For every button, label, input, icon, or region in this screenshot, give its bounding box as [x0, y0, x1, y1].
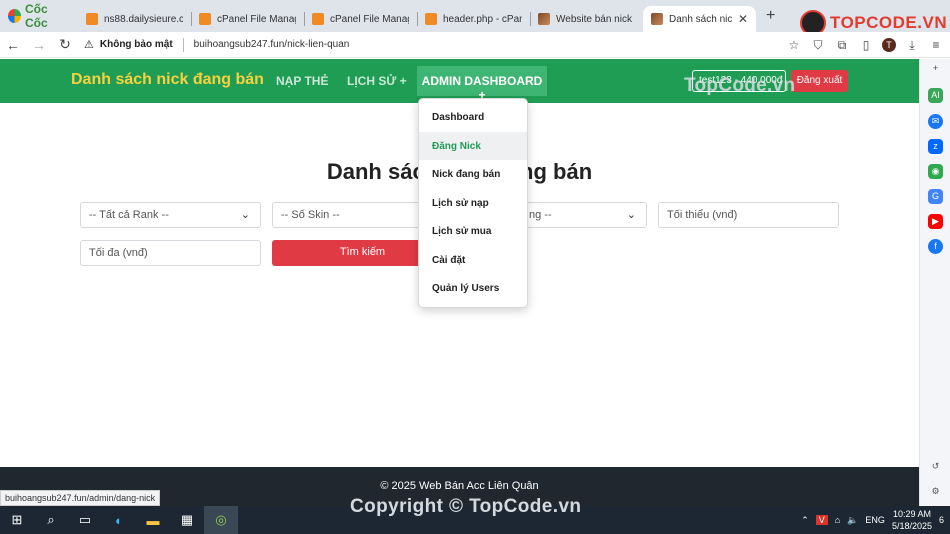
- extensions-icon[interactable]: ⧉: [834, 38, 850, 53]
- network-icon[interactable]: ⌂: [835, 515, 840, 525]
- tab-item-active[interactable]: Danh sách nick ✕: [643, 6, 756, 32]
- zalo-icon[interactable]: z: [928, 139, 943, 154]
- avatar[interactable]: T: [882, 38, 896, 52]
- translate-icon[interactable]: G: [928, 189, 943, 204]
- tab-item[interactable]: header.php - cPanel: [417, 6, 530, 32]
- menu-icon[interactable]: ≡: [928, 38, 944, 52]
- browser-sidebar: + AI ✉ z ◉ G ▶ f ↺ ⚙: [919, 59, 950, 506]
- close-tab-icon[interactable]: ✕: [738, 12, 748, 26]
- history-icon[interactable]: ↺: [928, 459, 943, 474]
- url-text[interactable]: buihoangsub247.fun/nick-lien-quan: [194, 39, 350, 50]
- language-indicator[interactable]: ENG: [865, 515, 885, 525]
- browser-toolbar: ← → ↻ ⚠ Không bảo mật buihoangsub247.fun…: [0, 32, 950, 58]
- tab-item[interactable]: Website bán nick liê: [530, 6, 643, 32]
- logout-button[interactable]: Đăng xuất: [791, 70, 848, 92]
- chevron-up-icon[interactable]: ⌃: [801, 515, 809, 526]
- task-view-icon[interactable]: ▭: [68, 506, 102, 534]
- star-icon[interactable]: ☆: [786, 38, 802, 52]
- messenger-icon[interactable]: ✉: [928, 114, 943, 129]
- admin-dropdown-menu: Dashboard Đăng Nick Nick đang bán Lịch s…: [418, 98, 528, 308]
- toolbar-actions: ☆ ⛉ ⧉ ▯ T ⤓ ≡: [786, 32, 944, 58]
- menu-item-cai-dat[interactable]: Cài đặt: [419, 246, 527, 275]
- photo-favicon-icon: [538, 13, 550, 25]
- menu-item-dashboard[interactable]: Dashboard: [419, 103, 527, 132]
- system-tray: ⌃ V ⌂ 🔈 ENG 10:29 AM 5/18/2025 6: [801, 506, 950, 534]
- tab-item[interactable]: cPanel File Manager: [191, 6, 304, 32]
- menu-item-nick-dang-ban[interactable]: Nick đang bán: [419, 160, 527, 189]
- tab-strip: Cốc Cốc ns88.dailysieure.com cPanel File…: [0, 0, 950, 36]
- coccoc-icon: [8, 9, 21, 23]
- new-tab-button[interactable]: +: [756, 7, 785, 25]
- notification-icon[interactable]: 6: [939, 515, 944, 525]
- plus-icon[interactable]: +: [928, 61, 943, 76]
- menu-item-lich-su-nap[interactable]: Lịch sử nạp: [419, 189, 527, 218]
- site-brand[interactable]: Danh sách nick đang bán: [71, 71, 264, 89]
- clock[interactable]: 10:29 AM 5/18/2025: [892, 508, 932, 532]
- rank-select[interactable]: -- Tất cả Rank -- ⌄: [80, 202, 261, 228]
- max-price-input[interactable]: Tối đa (vnđ): [80, 240, 261, 266]
- shield-icon[interactable]: ⛉: [810, 38, 826, 53]
- settings-icon[interactable]: ⚙: [928, 484, 943, 499]
- cross-favicon-icon: [86, 13, 98, 25]
- menu-item-lich-su-mua[interactable]: Lịch sử mua: [419, 217, 527, 246]
- reload-icon[interactable]: ↻: [52, 36, 78, 53]
- divider: [182, 37, 184, 52]
- watermark-bottom: Copyright © TopCode.vn: [350, 496, 582, 517]
- forward-icon[interactable]: →: [26, 37, 52, 53]
- security-label[interactable]: Không bảo mật: [100, 39, 173, 50]
- back-icon[interactable]: ←: [0, 37, 26, 53]
- chevron-down-icon: ⌄: [626, 209, 636, 221]
- chevron-down-icon: ⌄: [240, 209, 250, 221]
- tab-item[interactable]: cPanel File Manager: [304, 6, 417, 32]
- vivaldi-tray-icon[interactable]: V: [815, 515, 828, 525]
- min-price-input[interactable]: Tối thiểu (vnđ): [658, 202, 839, 228]
- cpanel-icon: [425, 13, 437, 25]
- game-icon[interactable]: ◉: [928, 164, 943, 179]
- menu-item-quan-ly-users[interactable]: Quản lý Users: [419, 274, 527, 303]
- tab-item[interactable]: ns88.dailysieure.com: [78, 6, 191, 32]
- store-icon[interactable]: ▦: [170, 506, 204, 534]
- page-viewport: Danh sách nick đang bán NẠP THẺ LỊCH SỬ …: [0, 59, 919, 506]
- youtube-icon[interactable]: ▶: [928, 214, 943, 229]
- menu-item-dang-nick[interactable]: Đăng Nick: [419, 131, 527, 160]
- photo-favicon-icon: [651, 13, 663, 25]
- split-view-icon[interactable]: ▯: [858, 38, 874, 52]
- site-navbar: Danh sách nick đang bán NẠP THẺ LỊCH SỬ …: [0, 59, 919, 103]
- search-icon[interactable]: ⌕: [34, 506, 68, 534]
- file-explorer-icon[interactable]: ▬: [136, 506, 170, 534]
- nav-lich-su[interactable]: LỊCH SỬ +: [347, 74, 407, 88]
- nav-nap-the[interactable]: NẠP THẺ: [276, 74, 328, 88]
- address-bar[interactable]: ⚠ Không bảo mật buihoangsub247.fun/nick-…: [84, 34, 784, 56]
- facebook-icon[interactable]: f: [928, 239, 943, 254]
- nav-admin-dashboard[interactable]: ADMIN DASHBOARD +: [417, 66, 547, 102]
- watermark-top: TopCode.vn: [684, 75, 796, 96]
- cpanel-icon: [312, 13, 324, 25]
- ai-icon[interactable]: AI: [928, 88, 943, 103]
- coccoc-taskbar-icon[interactable]: ◎: [204, 506, 238, 534]
- volume-icon[interactable]: 🔈: [847, 515, 858, 526]
- status-url: buihoangsub247.fun/admin/dang-nick: [0, 490, 161, 506]
- coccoc-logo[interactable]: Cốc Cốc: [0, 2, 78, 30]
- edge-icon[interactable]: ◐: [102, 506, 136, 534]
- download-icon[interactable]: ⤓: [904, 38, 920, 53]
- windows-start-icon[interactable]: ⊞: [0, 506, 34, 534]
- cpanel-icon: [199, 13, 211, 25]
- warning-icon: ⚠: [84, 39, 94, 51]
